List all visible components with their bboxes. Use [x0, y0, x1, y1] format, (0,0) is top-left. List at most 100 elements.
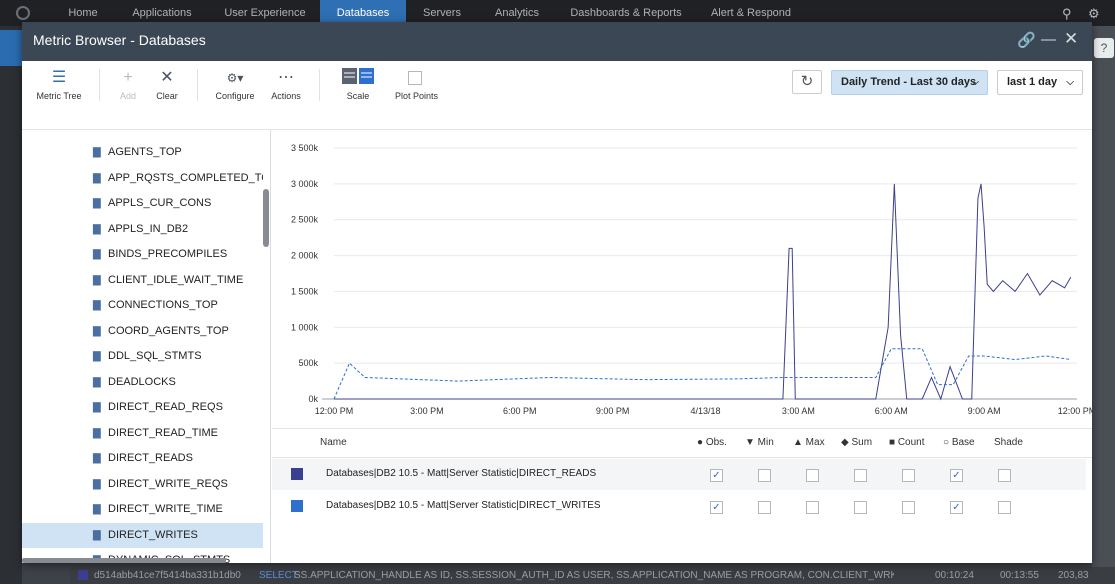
tree-item[interactable]: ▇ BINDS_PRECOMPILES [22, 242, 263, 267]
tree-item[interactable]: ▇ COORD_AGENTS_TOP [22, 319, 263, 344]
tree-item[interactable]: ▇ CLIENT_IDLE_WAIT_TIME [22, 268, 263, 293]
metric-icon: ▇ [93, 478, 101, 490]
minimize-icon[interactable]: — [1041, 31, 1056, 48]
tree-item-label: DIRECT_WRITE_REQS [108, 477, 228, 490]
tree-item[interactable]: ▇ DIRECT_READ_REQS [22, 395, 263, 420]
background-right-panel: ? [1092, 26, 1115, 584]
metric-icon: ▇ [93, 325, 101, 337]
tree-item[interactable]: ▇ DEADLOCKS [22, 370, 263, 395]
y-tick-label: 1 500k [291, 286, 319, 296]
tree-item-label: APPLS_CUR_CONS [108, 197, 212, 209]
tree-item-label: CLIENT_IDLE_WAIT_TIME [108, 273, 244, 286]
tree-item[interactable]: ▇ DIRECT_READS [22, 446, 263, 471]
query-keyword: SELECT [259, 570, 298, 581]
time-range-dropdown[interactable]: last 1 day ⌵ [997, 70, 1083, 95]
shade-checkbox[interactable] [998, 501, 1011, 514]
help-button[interactable]: ? [1094, 38, 1114, 58]
col-obs[interactable]: ● Obs. [697, 437, 727, 448]
metric-tree-button[interactable]: ☰ Metric Tree [34, 67, 84, 101]
configure-button[interactable]: ⚙▾ Configure [214, 67, 256, 101]
tree-item[interactable]: ▇ APPLS_CUR_CONS [22, 191, 263, 216]
sum-checkbox[interactable] [854, 469, 867, 482]
tree-item-label: DIRECT_WRITES [108, 528, 198, 541]
metric-browser-dialog: Metric Browser - Databases 🔗 — ✕ ☰ Metri… [22, 22, 1092, 563]
x-tick-label: 3:00 AM [782, 406, 815, 416]
clear-button[interactable]: ✕ Clear [153, 67, 181, 101]
obs-checkbox[interactable]: ✓ [710, 501, 723, 514]
plot-points-toggle[interactable]: Plot Points [395, 67, 438, 101]
scale-button[interactable]: Scale [340, 67, 376, 101]
toolbar: ☰ Metric Tree + Add ✕ Clear ⚙▾ Configure… [22, 61, 1092, 130]
trend-dropdown[interactable]: Daily Trend - Last 30 days ⌵ [831, 70, 988, 95]
toolbar-separator [197, 69, 198, 101]
link-icon[interactable]: 🔗 [1017, 31, 1036, 49]
tree-item[interactable]: ▇ APPLS_IN_DB2 [22, 217, 263, 242]
background-query-row: d514abb41ce7f5414ba331b1db0 SELECT SS.AP… [70, 567, 1115, 584]
refresh-button[interactable]: ↻ [792, 70, 822, 94]
y-tick-label: 500k [298, 358, 318, 368]
tree-item[interactable]: ▇ DIRECT_WRITE_TIME [22, 497, 263, 522]
query-time-1: 00:10:24 [935, 570, 974, 581]
obs-checkbox[interactable]: ✓ [710, 469, 723, 482]
metric-icon: ▇ [93, 198, 101, 209]
col-base[interactable]: ○ Base [943, 437, 975, 448]
actions-button[interactable]: ⋯ Actions [270, 67, 302, 101]
y-tick-label: 2 000k [291, 251, 319, 261]
trend-value: Daily Trend - Last 30 days [841, 76, 977, 88]
tree-item[interactable]: ▇ APP_RQSTS_COMPLETED_TOTAL [22, 166, 263, 191]
configure-icon: ⚙▾ [226, 71, 244, 85]
shade-checkbox[interactable] [998, 469, 1011, 482]
min-checkbox[interactable] [758, 469, 771, 482]
count-checkbox[interactable] [902, 501, 915, 514]
legend-row[interactable]: Databases|DB2 10.5 - Matt|Server Statist… [272, 491, 1086, 522]
x-tick-label: 12:00 PM [1058, 406, 1092, 416]
metric-icon: ▇ [93, 504, 101, 515]
dialog-header: Metric Browser - Databases 🔗 — ✕ [22, 22, 1092, 61]
tree-item[interactable]: ▇ DIRECT_WRITES [22, 522, 263, 548]
col-sum[interactable]: ◆ Sum [841, 437, 872, 448]
query-time-2: 00:13:55 [1000, 570, 1039, 581]
y-tick-label: 2 500k [291, 215, 319, 225]
app-logo[interactable] [16, 6, 30, 20]
add-button[interactable]: + Add [114, 67, 142, 101]
metric-chart[interactable]: 0k 500k 1 000k 1 500k 2 000k 2 500k 3 000k 3 50… [272, 130, 1092, 428]
metric-icon: ▇ [93, 172, 101, 184]
max-checkbox[interactable] [806, 501, 819, 514]
x-tick-label: 12:00 PM [315, 406, 354, 416]
background-sidebar [0, 26, 22, 584]
tree-item[interactable]: ▇ DIRECT_READ_TIME [22, 421, 263, 446]
metric-tree-panel: ▇ AGENTS_TOP ▇ APP_RQSTS_COMPLETED_TOTAL ▇ AP… [22, 130, 271, 563]
min-checkbox[interactable] [758, 501, 771, 514]
sum-checkbox[interactable] [854, 501, 867, 514]
series-color-swatch[interactable] [291, 468, 303, 480]
max-checkbox[interactable] [806, 469, 819, 482]
y-tick-label: 3 000k [291, 179, 319, 189]
col-shade[interactable]: Shade [994, 437, 1023, 448]
tree-scrollbar[interactable] [263, 189, 269, 247]
tree-horizontal-scrollbar[interactable] [22, 558, 226, 563]
gear-icon[interactable]: ⚙ [1088, 6, 1100, 22]
legend-row[interactable]: Databases|DB2 10.5 - Matt|Server Statist… [272, 459, 1086, 490]
tree-item[interactable]: ▇ DIRECT_WRITE_REQS [22, 472, 263, 497]
col-max[interactable]: ▲ Max [793, 437, 825, 448]
count-checkbox[interactable] [902, 469, 915, 482]
metric-icon: ▇ [93, 249, 101, 260]
col-count[interactable]: ■ Count [889, 437, 925, 448]
query-id: d514abb41ce7f5414ba331b1db0 [94, 570, 241, 581]
metric-icon: ▇ [93, 274, 101, 286]
tree-item-label: AGENTS_TOP [108, 146, 182, 158]
tree-item[interactable]: ▇ DDL_SQL_STMTS [22, 344, 263, 369]
col-min[interactable]: ▼ Min [745, 437, 774, 448]
base-checkbox[interactable]: ✓ [950, 501, 963, 514]
metric-icon: ▇ [93, 300, 101, 311]
base-checkbox[interactable]: ✓ [950, 469, 963, 482]
query-sql: SS.APPLICATION_HANDLE AS ID, SS.SESSION_… [294, 570, 894, 581]
search-icon[interactable]: ⚲ [1062, 6, 1072, 22]
close-icon[interactable]: ✕ [1064, 29, 1078, 49]
tree-item[interactable]: ▇ CONNECTIONS_TOP [22, 293, 263, 318]
x-tick-label: 9:00 PM [596, 406, 630, 416]
tree-item[interactable]: ▇ AGENTS_TOP [22, 140, 263, 165]
background-banner [0, 30, 22, 66]
series-color-swatch[interactable] [291, 500, 303, 512]
metric-icon: ▇ [93, 147, 101, 158]
